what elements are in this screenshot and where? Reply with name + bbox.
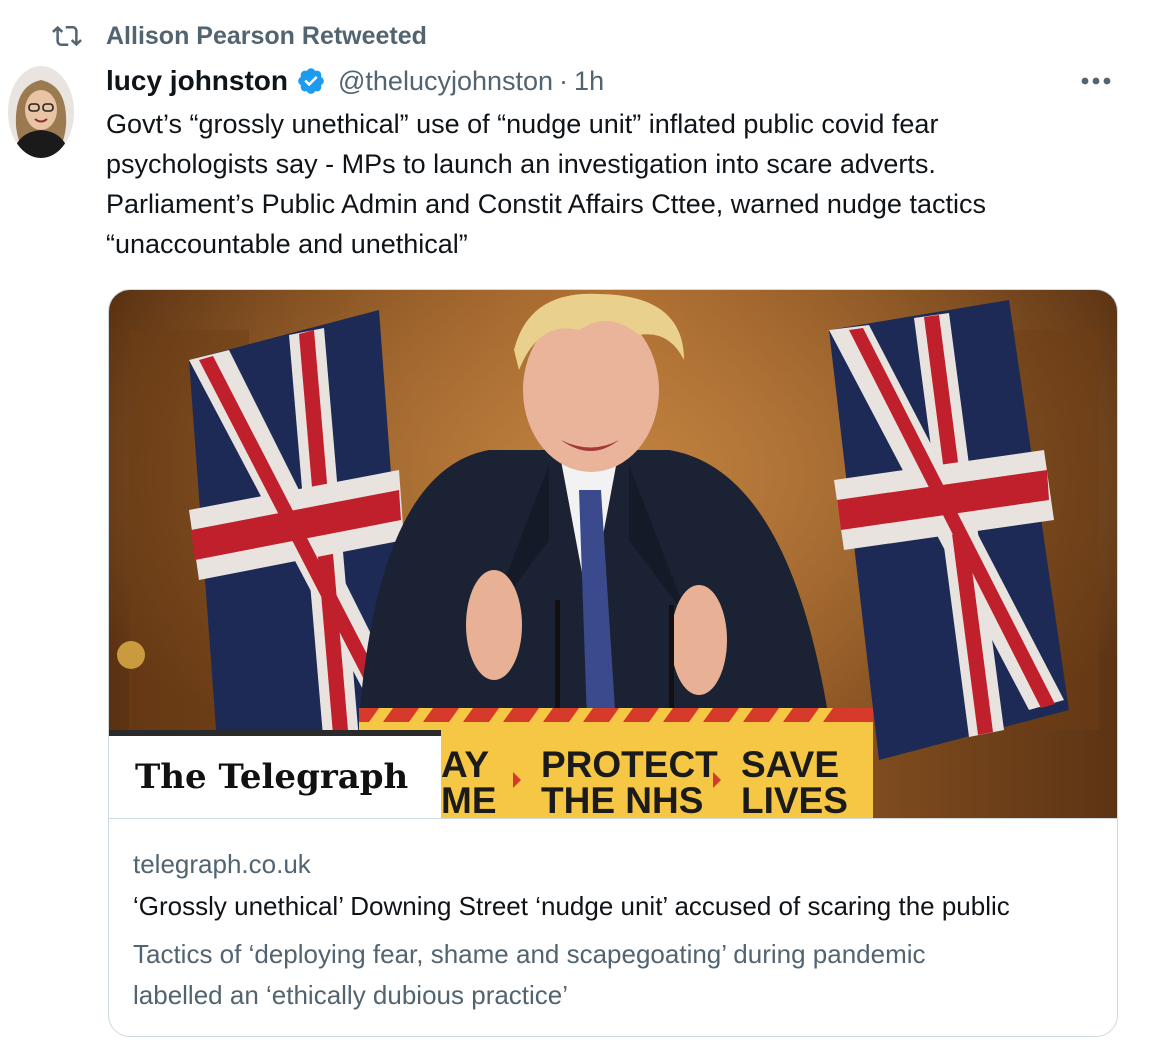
meta-separator: · <box>559 65 569 96</box>
author-display-name[interactable]: lucy johnston <box>106 65 288 97</box>
banner-text-protect: PROTECT <box>541 744 718 785</box>
banner-text-partial-top: AY <box>441 744 489 785</box>
more-options-button[interactable] <box>1076 64 1116 98</box>
card-body[interactable]: telegraph.co.uk ‘Grossly unethical’ Down… <box>109 818 1117 1036</box>
tweet-header: lucy johnston @thelucyjohnston · 1h <box>106 60 1124 102</box>
banner-text-save: SAVE <box>741 744 839 785</box>
telegraph-logo: The Telegraph <box>135 757 408 797</box>
avatar-image <box>8 66 74 158</box>
tweet-text-line: psychologists say - MPs to launch an inv… <box>106 149 936 179</box>
author-handle[interactable]: @thelucyjohnston <box>338 66 553 97</box>
tweet-text-line: “unaccountable and unethical” <box>106 229 468 259</box>
card-image[interactable]: AY ME PROTECT THE NHS SAVE LIVES The Tel… <box>109 290 1118 818</box>
banner-text-lives: LIVES <box>741 780 848 818</box>
tweet-text-line: Parliament’s Public Admin and Constit Af… <box>106 189 986 219</box>
card-title[interactable]: ‘Grossly unethical’ Downing Street ‘nudg… <box>133 891 1093 922</box>
card-domain: telegraph.co.uk <box>133 849 311 879</box>
card-description-line: labelled an ‘ethically dubious practice’ <box>133 980 569 1010</box>
tweet-text-line: Govt’s “grossly unethical” use of “nudge… <box>106 109 939 139</box>
card-description-line: Tactics of ‘deploying fear, shame and sc… <box>133 939 926 969</box>
link-preview-card[interactable]: AY ME PROTECT THE NHS SAVE LIVES The Tel… <box>108 289 1118 1037</box>
avatar[interactable] <box>8 66 74 158</box>
retweet-label[interactable]: Allison Pearson Retweeted <box>106 22 427 51</box>
verified-badge-icon[interactable] <box>296 66 326 96</box>
more-dots-icon <box>1081 77 1111 85</box>
tweet-body: Govt’s “grossly unethical” use of “nudge… <box>106 104 1136 264</box>
tweet-timestamp[interactable]: 1h <box>574 66 604 97</box>
retweet-context[interactable]: Allison Pearson Retweeted <box>50 18 427 54</box>
card-description: Tactics of ‘deploying fear, shame and sc… <box>133 934 1093 1016</box>
banner-text-the-nhs: THE NHS <box>541 780 703 818</box>
banner-text-partial-bottom: ME <box>441 780 497 818</box>
retweet-icon <box>52 25 82 47</box>
